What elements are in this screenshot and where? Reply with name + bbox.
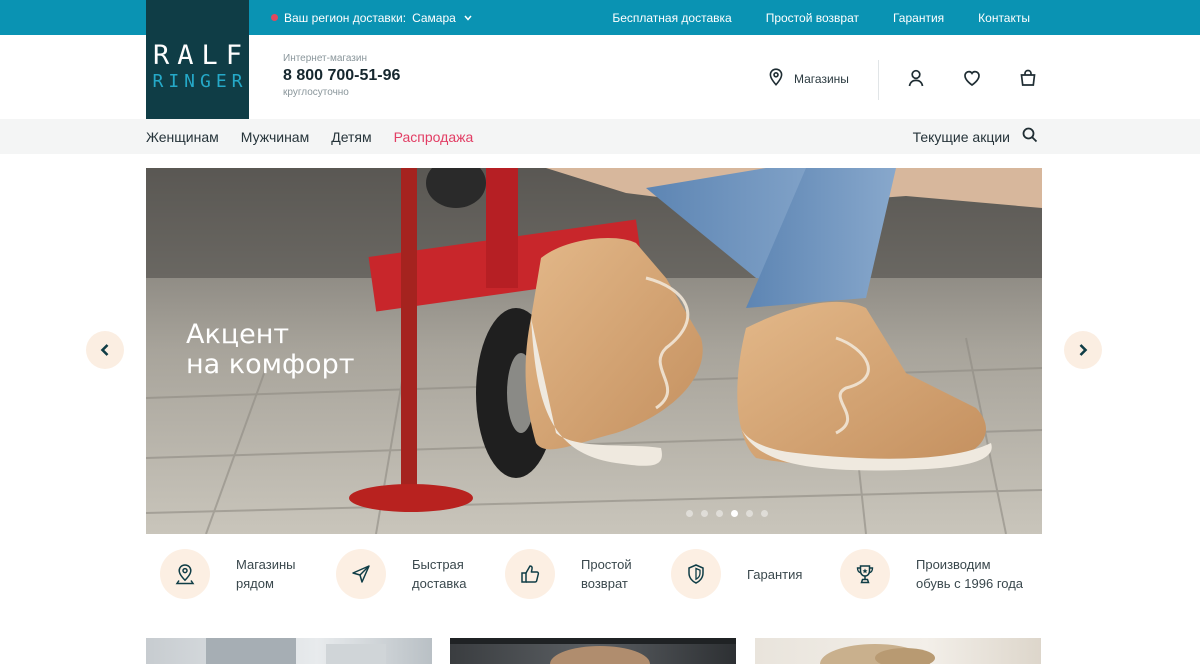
link-contacts[interactable]: Контакты: [978, 11, 1030, 25]
chevron-down-icon[interactable]: [464, 13, 472, 23]
link-free-delivery[interactable]: Бесплатная доставка: [612, 11, 731, 25]
category-card-women[interactable]: [146, 638, 432, 664]
card-photo: [450, 638, 736, 664]
category-card-men[interactable]: [450, 638, 736, 664]
chevron-left-icon: [100, 344, 109, 356]
ralf-ringer-logo[interactable]: RALF RINGER: [146, 0, 249, 119]
feature-text-line-2: обувь с 1996 года: [916, 576, 1024, 591]
slider-dot[interactable]: [701, 510, 708, 517]
card-photo: [206, 638, 386, 664]
header-actions: [906, 68, 1038, 88]
region-city[interactable]: Самара: [412, 11, 456, 25]
nav-item-men[interactable]: Мужчинам: [241, 129, 309, 145]
hero-title-line-1: Акцент: [186, 319, 290, 350]
stores-link[interactable]: Магазины: [768, 68, 849, 89]
main-nav: Женщинам Мужчинам Детям Распродажа Текущ…: [0, 119, 1200, 154]
region-label: Ваш регион доставки:: [284, 10, 407, 25]
category-card-kids[interactable]: [755, 638, 1041, 664]
logo-line-2: RINGER: [152, 70, 248, 92]
nav-item-promotions[interactable]: Текущие акции: [913, 129, 1010, 145]
phone-block: Интернет-магазин 8 800 700-51-96 круглос…: [283, 53, 400, 98]
location-pin-icon: [768, 68, 784, 89]
trophy-icon: [840, 549, 890, 599]
hero-title: Акцент на комфорт: [186, 320, 354, 380]
shield-icon: [671, 549, 721, 599]
search-icon[interactable]: [1022, 127, 1038, 146]
nav-item-kids[interactable]: Детям: [331, 129, 371, 145]
phone-number[interactable]: 8 800 700-51-96: [283, 67, 400, 85]
slider-dot[interactable]: [686, 510, 693, 517]
nav-categories: Женщинам Мужчинам Детям Распродажа: [146, 119, 473, 154]
card-photo: [820, 644, 935, 664]
logo-line-1: RALF: [152, 39, 251, 71]
send-icon: [336, 549, 386, 599]
slider-dot[interactable]: [761, 510, 768, 517]
phone-caption: Интернет-магазин: [283, 53, 367, 64]
stores-label: Магазины: [794, 71, 849, 86]
link-guarantee[interactable]: Гарантия: [893, 11, 944, 25]
slider-dot-active[interactable]: [731, 510, 738, 517]
hero-title-line-2: на комфорт: [186, 349, 355, 380]
thumbs-up-icon: [505, 549, 555, 599]
nav-item-sale[interactable]: Распродажа: [394, 129, 474, 145]
slider-next-button[interactable]: [1064, 331, 1102, 369]
phone-hours: круглосуточно: [283, 87, 349, 98]
slider-dots: [686, 510, 768, 517]
features-bar: Магазины рядом Быстрая доставка Простой …: [146, 534, 1042, 614]
feature-text-line-1: Производим: [916, 557, 991, 572]
user-icon[interactable]: [906, 68, 926, 88]
slider-dot[interactable]: [716, 510, 723, 517]
hero-banner[interactable]: Акцент на комфорт: [146, 168, 1042, 534]
region-selector[interactable]: Ваш регион доставки: Самара: [271, 0, 472, 35]
link-easy-return[interactable]: Простой возврат: [766, 11, 859, 25]
feature-since-1996[interactable]: Производим обувь с 1996 года: [840, 549, 1046, 599]
chevron-right-icon: [1079, 344, 1088, 356]
nav-right: Текущие акции: [913, 119, 1038, 154]
slider-dot[interactable]: [746, 510, 753, 517]
header-divider: [878, 60, 879, 100]
nav-item-women[interactable]: Женщинам: [146, 129, 219, 145]
map-pin-icon: [160, 549, 210, 599]
slider-prev-button[interactable]: [86, 331, 124, 369]
cart-bag-icon[interactable]: [1018, 68, 1038, 88]
top-links: Бесплатная доставка Простой возврат Гара…: [612, 0, 1030, 35]
heart-icon[interactable]: [962, 68, 982, 88]
region-dot-icon: [271, 14, 278, 21]
